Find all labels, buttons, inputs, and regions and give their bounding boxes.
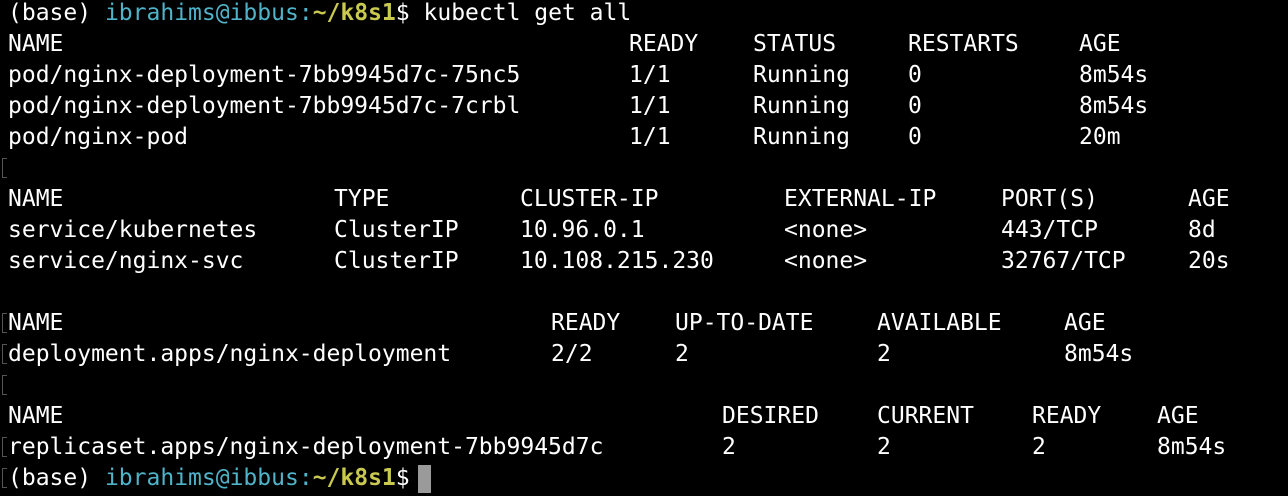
column-header: DESIRED <box>722 403 819 429</box>
replicaset-desired: 2 <box>722 434 736 460</box>
deployment-name: deployment.apps/nginx-deployment <box>8 341 452 367</box>
service-external-ip: <none> <box>784 217 868 243</box>
command-text: kubectl get all <box>423 0 632 26</box>
column-header: AGE <box>1079 31 1121 57</box>
pod-name: pod/nginx-pod <box>8 124 189 150</box>
deployment-up-to-date: 2 <box>675 341 689 367</box>
gutter-bracket <box>2 375 7 395</box>
column-header: AGE <box>1064 310 1106 336</box>
gutter-bracket <box>2 468 7 488</box>
column-header: TYPE <box>334 186 390 212</box>
column-header: CURRENT <box>877 403 974 429</box>
table-row: deployment.apps/nginx-deployment 2/2 2 2… <box>8 339 1278 370</box>
pod-status: Running <box>753 62 850 88</box>
pod-status: Running <box>753 124 850 150</box>
pod-restarts: 0 <box>908 93 922 119</box>
service-external-ip: <none> <box>784 248 868 274</box>
gutter-bracket <box>2 313 7 333</box>
pod-ready: 1/1 <box>629 93 671 119</box>
gutter-bracket <box>2 344 7 364</box>
column-header: READY <box>551 310 621 336</box>
pod-restarts: 0 <box>908 62 922 88</box>
prompt-sep: : <box>298 0 313 26</box>
pod-age: 8m54s <box>1079 93 1149 119</box>
column-header: READY <box>1032 403 1102 429</box>
deployment-ready: 2/2 <box>551 341 593 367</box>
column-header: RESTARTS <box>908 31 1019 57</box>
pod-ready: 1/1 <box>629 124 671 150</box>
services-header-row: NAME TYPE CLUSTER-IP EXTERNAL-IP PORT(S)… <box>8 184 1278 215</box>
column-header: NAME <box>8 31 64 57</box>
pod-restarts: 0 <box>908 124 922 150</box>
column-header: AGE <box>1157 403 1199 429</box>
replicaset-name: replicaset.apps/nginx-deployment-7bb9945… <box>8 434 604 460</box>
gutter-bracket <box>2 158 7 178</box>
service-ports: 32767/TCP <box>1001 248 1126 274</box>
column-header: AGE <box>1188 186 1230 212</box>
replicasets-header-row: NAME DESIRED CURRENT READY AGE <box>8 401 1278 432</box>
column-header: UP-TO-DATE <box>675 310 814 336</box>
service-ports: 443/TCP <box>1001 217 1098 243</box>
column-header: EXTERNAL-IP <box>784 186 937 212</box>
column-header: STATUS <box>753 31 837 57</box>
prompt-dollar: $ <box>395 0 410 26</box>
prompt-dollar: $ <box>395 465 410 491</box>
text-cursor[interactable] <box>417 464 431 493</box>
replicaset-current: 2 <box>877 434 891 460</box>
terminal-window[interactable]: (base) ibrahims@ibbus: ~/k8s1 $ kubectl ge… <box>0 0 1288 496</box>
user-host: ibrahims@ibbus <box>104 0 299 26</box>
service-cluster-ip: 10.96.0.1 <box>520 217 645 243</box>
pod-age: 8m54s <box>1079 62 1149 88</box>
table-row: service/kubernetes ClusterIP 10.96.0.1 <… <box>8 215 1278 246</box>
service-age: 8d <box>1188 217 1216 243</box>
table-row: pod/nginx-deployment-7bb9945d7c-7crbl 1/… <box>8 91 1278 122</box>
pod-name: pod/nginx-deployment-7bb9945d7c-7crbl <box>8 93 521 119</box>
service-type: ClusterIP <box>334 248 459 274</box>
working-dir: ~/k8s1 <box>312 465 396 491</box>
pod-ready: 1/1 <box>629 62 671 88</box>
service-name: service/kubernetes <box>8 217 258 243</box>
working-dir: ~/k8s1 <box>312 0 396 26</box>
deployments-header-row: NAME READY UP-TO-DATE AVAILABLE AGE <box>8 308 1278 339</box>
replicaset-age: 8m54s <box>1157 434 1227 460</box>
service-name: service/nginx-svc <box>8 248 244 274</box>
column-header: CLUSTER-IP <box>520 186 659 212</box>
deployment-available: 2 <box>877 341 891 367</box>
pod-name: pod/nginx-deployment-7bb9945d7c-75nc5 <box>8 62 521 88</box>
gutter-bracket <box>2 437 7 457</box>
pod-status: Running <box>753 93 850 119</box>
service-type: ClusterIP <box>334 217 459 243</box>
service-cluster-ip: 10.108.215.230 <box>520 248 714 274</box>
prompt-sep: : <box>298 465 313 491</box>
column-header: AVAILABLE <box>877 310 1002 336</box>
table-row: pod/nginx-deployment-7bb9945d7c-75nc5 1/… <box>8 60 1278 91</box>
column-header: PORT(S) <box>1001 186 1098 212</box>
table-row: pod/nginx-pod 1/1 Running 0 20m <box>8 122 1278 153</box>
pod-age: 20m <box>1079 124 1121 150</box>
prompt-line[interactable]: (base) ibrahims@ibbus: ~/k8s1 $ <box>8 463 431 494</box>
table-row: service/nginx-svc ClusterIP 10.108.215.2… <box>8 246 1278 277</box>
pods-header-row: NAME READY STATUS RESTARTS AGE <box>8 29 1278 60</box>
conda-env: (base) <box>8 465 92 491</box>
user-host: ibrahims@ibbus <box>104 465 299 491</box>
conda-env: (base) <box>8 0 92 26</box>
replicaset-ready: 2 <box>1032 434 1046 460</box>
column-header: NAME <box>8 310 64 336</box>
column-header: NAME <box>8 403 64 429</box>
prompt-line: (base) ibrahims@ibbus: ~/k8s1 $ kubectl ge… <box>8 0 631 29</box>
table-row: replicaset.apps/nginx-deployment-7bb9945… <box>8 432 1278 463</box>
column-header: READY <box>629 31 699 57</box>
column-header: NAME <box>8 186 64 212</box>
service-age: 20s <box>1188 248 1230 274</box>
deployment-age: 8m54s <box>1064 341 1134 367</box>
